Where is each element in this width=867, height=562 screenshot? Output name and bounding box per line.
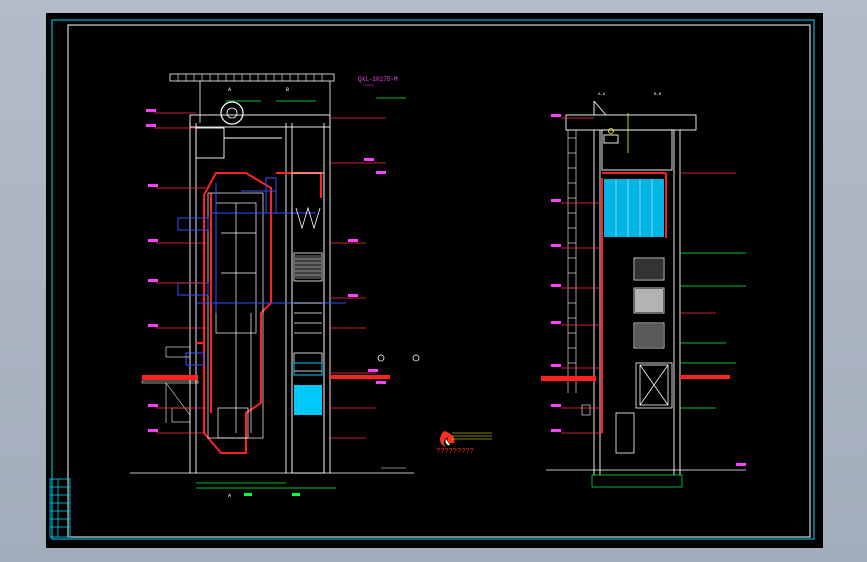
section-mark-a: A xyxy=(228,87,231,93)
inner-frame xyxy=(67,24,811,538)
section-label-aa: A-A xyxy=(598,93,606,97)
flame-logo-icon xyxy=(440,431,492,447)
boiler-drawing: QXL-10275-M ???? A B A A-A B-B ????????? xyxy=(49,19,815,540)
section-label-bb: B-B xyxy=(654,93,662,97)
section-mark-bottom: A xyxy=(228,493,231,499)
left-subtitle: ???? xyxy=(364,85,374,89)
left-title: QXL-10275-M xyxy=(358,76,398,83)
title-block xyxy=(49,478,71,538)
logo-caption: ????????? xyxy=(436,448,474,456)
drawing-canvas[interactable]: QXL-10275-M ???? A B A A-A B-B ????????? xyxy=(46,13,823,548)
section-mark-b: B xyxy=(286,87,289,93)
right-section-view[interactable]: A-A B-B xyxy=(541,93,746,488)
outer-frame xyxy=(51,19,815,540)
cad-window: QXL-10275-M ???? A B A A-A B-B ????????? xyxy=(0,0,867,562)
left-section-view[interactable]: QXL-10275-M ???? A B A xyxy=(130,73,420,499)
